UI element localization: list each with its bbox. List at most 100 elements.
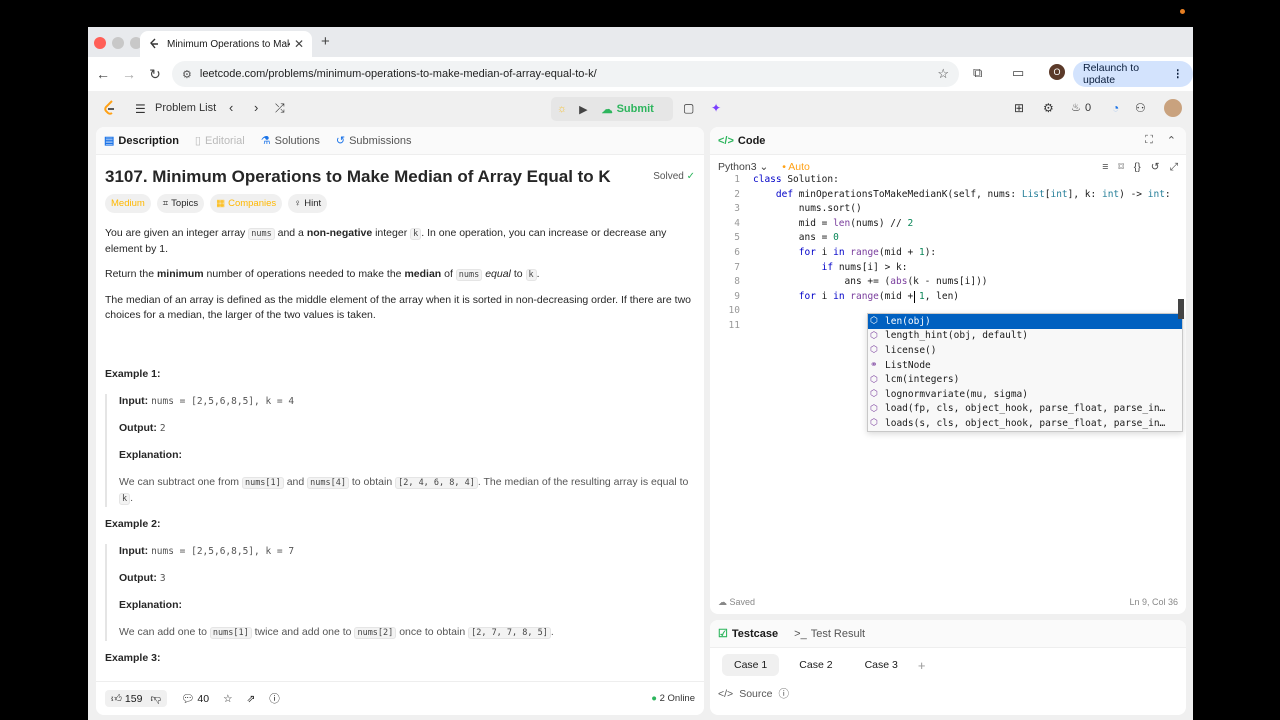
maximize-icon[interactable]: ⛶: [1145, 134, 1153, 147]
shuffle-icon[interactable]: ⤮: [275, 101, 285, 116]
braces-icon[interactable]: {}: [1134, 161, 1141, 174]
profile-avatar[interactable]: O: [1049, 64, 1065, 80]
like-button[interactable]: 👍︎ 159: [111, 692, 142, 705]
auto-mode[interactable]: • Auto: [782, 161, 810, 173]
tab-code[interactable]: </> Code: [718, 135, 765, 147]
close-window-button[interactable]: [94, 37, 106, 49]
question-icon[interactable]: ⓘ: [778, 686, 789, 701]
browser-window: Minimum Operations to Make ✕ + ← → ↻ ⚙ l…: [88, 27, 1193, 720]
tab-test-result[interactable]: >_ Test Result: [794, 628, 865, 640]
code-line[interactable]: nums.sort(): [753, 202, 862, 217]
code-line[interactable]: for i in range(mid + 1):: [753, 246, 936, 261]
reload-icon[interactable]: ↻: [142, 66, 168, 83]
forward-icon[interactable]: →: [116, 66, 142, 82]
timer-icon[interactable]: ◔: [1112, 101, 1119, 115]
case-buttons: Case 1 Case 2 Case 3 +: [710, 648, 1186, 682]
problem-list-link[interactable]: Problem List: [155, 102, 216, 114]
back-icon[interactable]: ←: [90, 66, 116, 82]
hint-label: Hint: [304, 198, 322, 209]
browser-tab[interactable]: Minimum Operations to Make ✕: [140, 31, 312, 57]
code-line[interactable]: ans += (abs(k - nums[i])): [753, 275, 988, 290]
add-case-icon[interactable]: +: [918, 658, 926, 673]
tab-solutions-label: Solutions: [274, 134, 320, 147]
code-line[interactable]: for i in range(mid + 1, len): [753, 290, 959, 305]
code-line[interactable]: class Solution:: [753, 173, 839, 188]
run-icon[interactable]: ▶: [579, 103, 587, 116]
next-problem-icon[interactable]: ›: [254, 100, 258, 115]
editorial-icon: ▯: [194, 135, 201, 147]
companies-chip[interactable]: ▦ Companies: [210, 194, 283, 213]
example-2-header: Example 2:: [105, 518, 161, 530]
autocomplete-item[interactable]: ⬡ len(obj): [868, 314, 1182, 329]
problem-list-icon[interactable]: ☰: [135, 102, 146, 116]
bookmark-star-icon[interactable]: ☆: [937, 66, 949, 82]
solved-label: Solved: [653, 171, 684, 182]
settings-gear-icon[interactable]: ⚙: [1043, 101, 1054, 115]
dislike-icon[interactable]: 👎︎: [150, 692, 161, 705]
tab-code-label: Code: [737, 134, 766, 147]
notes-icon[interactable]: ▢: [683, 101, 694, 115]
language-select[interactable]: Python3 ⌄: [718, 161, 768, 173]
layout-icon[interactable]: ⊞: [1014, 101, 1024, 115]
extensions-icon[interactable]: ⧉: [973, 65, 982, 81]
code-line[interactable]: if nums[i] > k:: [753, 261, 908, 276]
prev-problem-icon[interactable]: ‹: [229, 100, 233, 115]
hint-chip[interactable]: ♀ Hint: [288, 194, 328, 213]
line-number: 1: [734, 174, 740, 185]
bookmark-icon[interactable]: ⌑: [1118, 161, 1123, 174]
tab-description[interactable]: ▤ Description: [104, 134, 179, 148]
address-bar[interactable]: ⚙ leetcode.com/problems/minimum-operatio…: [172, 61, 959, 87]
line-number: 2: [734, 188, 740, 200]
code-line[interactable]: ans = 0: [753, 231, 839, 246]
line-number: 7: [734, 261, 740, 273]
tab-solutions[interactable]: ⚗ Solutions: [261, 134, 320, 148]
share-icon[interactable]: ⇗: [246, 693, 255, 705]
topics-chip[interactable]: ⌗ Topics: [156, 194, 205, 213]
autocomplete-item[interactable]: ⬡ lcm(integers): [868, 372, 1182, 387]
close-tab-icon[interactable]: ✕: [294, 37, 304, 51]
help-icon[interactable]: ⓘ: [269, 691, 280, 706]
relaunch-button[interactable]: Relaunch to update ⋮: [1073, 61, 1193, 87]
streak-fire-icon[interactable]: ♨: [1071, 101, 1081, 114]
case-1-button[interactable]: Case 1: [722, 654, 780, 676]
code-line[interactable]: mid = len(nums) // 2: [753, 217, 913, 232]
add-friend-icon[interactable]: ⚇: [1135, 101, 1146, 115]
cursor-position: Ln 9, Col 36: [1129, 597, 1178, 607]
site-info-icon[interactable]: ⚙: [182, 68, 192, 81]
autocomplete-item[interactable]: ⬡ load(fp, cls, object_hook, parse_float,…: [868, 402, 1182, 417]
tab-testcase[interactable]: ☑ Testcase: [718, 627, 778, 641]
statement-paragraph-2: Return the minimum number of operations …: [105, 268, 540, 281]
user-avatar[interactable]: [1164, 99, 1182, 117]
companies-label: Companies: [228, 198, 277, 209]
submit-button[interactable]: ☁ Submit: [602, 103, 654, 116]
ai-sparkle-icon[interactable]: ✦: [711, 101, 721, 115]
autocomplete-item[interactable]: ⚭ ListNode: [868, 358, 1182, 373]
reset-icon[interactable]: ↺: [1151, 161, 1160, 174]
fullscreen-icon[interactable]: ⤢: [1170, 161, 1178, 174]
comments-button[interactable]: 💬︎ 40: [181, 692, 209, 705]
autocomplete-item-label: load(fp, cls, object_hook, parse_float, …: [885, 403, 1166, 415]
minimize-window-button[interactable]: [112, 37, 124, 49]
autocomplete-item-label: lognormvariate(mu, sigma): [885, 388, 1028, 400]
editor-scrollbar[interactable]: [1178, 299, 1184, 319]
collapse-icon[interactable]: ⌃: [1167, 134, 1176, 147]
new-tab-icon[interactable]: +: [321, 33, 330, 50]
code-line[interactable]: def minOperationsToMakeMedianK(self, num…: [753, 188, 1171, 203]
format-icon[interactable]: ≡: [1102, 161, 1108, 174]
leetcode-logo-icon[interactable]: [103, 100, 116, 119]
source-link[interactable]: Source: [739, 688, 772, 700]
debug-icon[interactable]: ☼: [557, 103, 567, 115]
autocomplete-item[interactable]: ⬡ lognormvariate(mu, sigma): [868, 387, 1182, 402]
autocomplete-item[interactable]: ⬡ license(): [868, 343, 1182, 358]
problem-title[interactable]: 3107. Minimum Operations to Make Median …: [105, 168, 611, 185]
cast-icon[interactable]: ▭: [1012, 65, 1024, 81]
favorite-star-icon[interactable]: ☆: [223, 693, 232, 705]
tab-submissions[interactable]: ↺ Submissions: [336, 134, 412, 148]
case-3-button[interactable]: Case 3: [853, 654, 910, 676]
case-2-button[interactable]: Case 2: [787, 654, 844, 676]
tab-editorial[interactable]: ▯ Editorial: [194, 134, 245, 148]
autocomplete-item[interactable]: ⬡ length_hint(obj, default): [868, 329, 1182, 344]
autocomplete-item[interactable]: ⬡ loads(s, cls, object_hook, parse_float,…: [868, 416, 1182, 431]
autocomplete-item-label: len(obj): [885, 315, 931, 327]
more-vert-icon[interactable]: ⋮: [1173, 68, 1184, 80]
